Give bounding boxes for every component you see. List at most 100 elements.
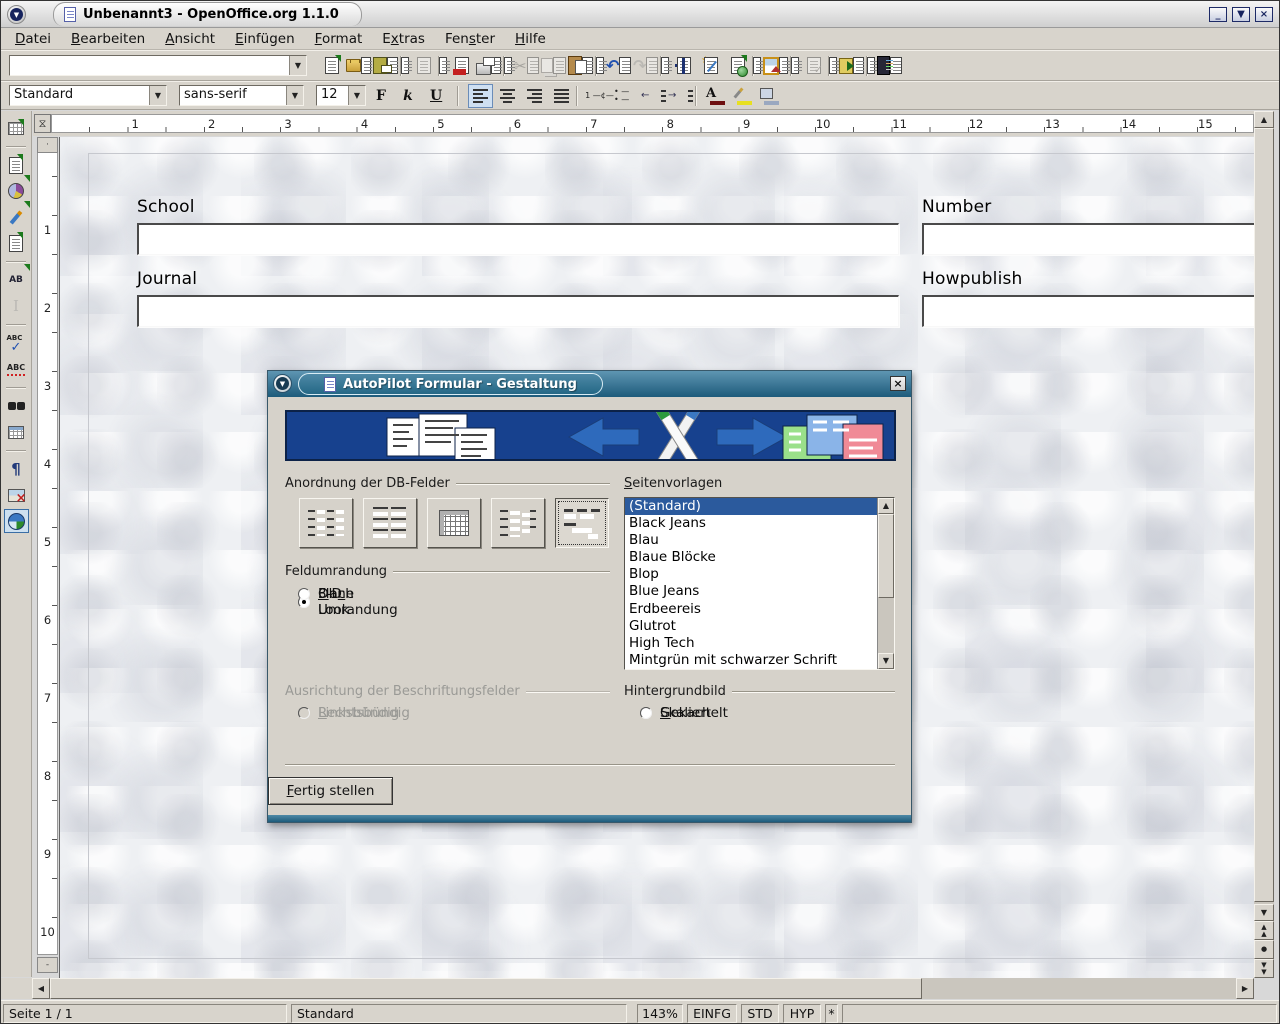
cut-button[interactable] [514,54,539,78]
font-name-value[interactable]: sans-serif [180,86,286,105]
arrange-as-table-button[interactable] [427,498,481,548]
arrange-blocks-labels-top-button[interactable] [555,498,609,548]
url-value[interactable] [10,56,289,75]
print-button[interactable] [476,54,501,78]
spellcheck-button[interactable] [4,331,29,355]
horizontal-scrollbar[interactable]: ◀ ▶ [32,978,1254,999]
style-list-item[interactable]: Mintgrün mit schwarzer Schrift [625,652,877,669]
radio-skaliert[interactable]: Skaliert [640,705,711,721]
graphics-onoff-button[interactable] [4,483,29,507]
form-field-input[interactable] [137,223,899,255]
nonprinting-button[interactable] [4,457,29,481]
chevron-down-icon[interactable]: ▼ [149,86,166,105]
previous-page-icon[interactable]: ▲▲ [1254,921,1274,940]
italic-button[interactable]: k [403,84,428,108]
bullet-list-button[interactable] [614,84,639,108]
horizontal-scrollbar-thumb[interactable] [50,978,922,999]
highlighting-button[interactable] [733,84,758,108]
form-field-input[interactable] [137,295,899,327]
style-list-item[interactable]: Black Jeans [625,515,877,532]
autotext-button[interactable] [4,268,29,292]
bold-button[interactable]: F [376,84,401,108]
style-list-item[interactable]: Blaue Blöcke [625,549,877,566]
font-size-value[interactable]: 12 [317,86,348,105]
align-left-button[interactable] [468,84,493,108]
dialog-close-button[interactable]: × [890,376,906,391]
radio-icon[interactable] [298,588,310,600]
redo-button[interactable] [633,54,658,78]
paste-button[interactable] [568,54,593,78]
status-page[interactable]: Seite 1 / 1 [3,1004,287,1023]
style-list-item[interactable]: (Standard) [625,498,877,515]
insert-fields-button[interactable] [4,153,29,177]
navigator-button[interactable] [671,54,696,78]
export-pdf-button[interactable] [449,54,474,78]
form-field-input[interactable] [922,223,1254,255]
justify-button[interactable] [549,84,574,108]
radio-flach[interactable]: Flach [298,586,354,602]
data-sources-button[interactable] [877,54,902,78]
listbox-scrollbar[interactable]: ▲ ▼ [877,498,894,669]
url-combobox[interactable]: ▼ [9,55,307,76]
minimize-button[interactable]: _ [1209,7,1227,22]
next-page-icon[interactable]: ▼▼ [1254,959,1274,978]
scroll-up-icon[interactable]: ▲ [878,498,894,514]
style-list-item[interactable]: Blue Jeans [625,583,877,600]
form-field-input[interactable] [922,295,1254,327]
online-layout-button[interactable] [4,509,29,533]
underline-button[interactable]: U [430,84,455,108]
paragraph-style-value[interactable]: Standard [10,86,149,105]
chevron-down-icon[interactable]: ▼ [289,56,306,75]
chevron-down-icon[interactable]: ▼ [348,86,365,105]
finish-button[interactable]: Fertig stellen [268,777,393,805]
insert-object-button[interactable] [4,179,29,203]
vertical-ruler[interactable]: 12345678910 [37,137,58,955]
style-list-item[interactable]: Glutrot [625,618,877,635]
style-list-item[interactable]: Blau [625,532,877,549]
decrease-indent-button[interactable] [641,84,666,108]
status-hyperlink-mode[interactable]: HYP [783,1004,821,1023]
menu-bearbeiten[interactable]: Bearbeiten [61,29,155,49]
align-center-button[interactable] [495,84,520,108]
autospellcheck-button[interactable] [4,357,29,381]
menu-format[interactable]: Format [305,29,373,49]
scroll-up-icon[interactable]: ▲ [1254,111,1274,128]
scroll-down-icon[interactable]: ▼ [878,653,894,669]
close-button[interactable]: × [1255,7,1273,22]
find-button[interactable] [4,394,29,418]
draw-functions-button[interactable] [4,205,29,229]
align-right-button[interactable] [522,84,547,108]
font-size-combobox[interactable]: 12 ▼ [316,85,366,106]
listbox-scrollbar-thumb[interactable] [878,514,894,598]
copy-button[interactable] [541,54,566,78]
chevron-down-icon[interactable]: ▼ [286,86,303,105]
menu-einfuegen[interactable]: Einfügen [225,29,305,49]
gallery-button[interactable] [763,54,788,78]
arrange-columnar-labels-top-button[interactable] [363,498,417,548]
menu-ansicht[interactable]: Ansicht [155,29,225,49]
menu-fenster[interactable]: Fenster [435,29,505,49]
stylist-button[interactable] [698,54,723,78]
navigation-dot-icon[interactable]: ● [1254,940,1274,959]
status-page-style[interactable]: Standard [291,1004,627,1023]
style-list-item[interactable]: High Tech [625,635,877,652]
arrange-labels-left-staggered-button[interactable] [491,498,545,548]
status-selection-mode[interactable]: STD [741,1004,779,1023]
check-document-button[interactable] [801,54,826,78]
undo-button[interactable] [606,54,631,78]
paragraph-style-combobox[interactable]: Standard ▼ [9,85,167,106]
new-document-button[interactable] [319,54,344,78]
open-button[interactable] [346,54,371,78]
status-zoom[interactable]: 143% [637,1004,683,1023]
status-insert-mode[interactable]: EINFG [687,1004,737,1023]
bookmark-button[interactable] [839,54,864,78]
ds-view-button[interactable] [4,420,29,444]
arrange-columnar-labels-left-button[interactable] [299,498,353,548]
save-button[interactable] [373,54,398,78]
shade-button[interactable]: ▼ [1232,7,1250,22]
direct-cursor-button[interactable] [4,294,29,318]
paragraph-background-button[interactable] [760,84,785,108]
increase-indent-button[interactable] [668,84,693,108]
page-styles-listbox[interactable]: (Standard)Black JeansBlauBlaue BlöckeBlo… [624,497,895,670]
vertical-scrollbar-thumb[interactable] [1254,128,1274,902]
